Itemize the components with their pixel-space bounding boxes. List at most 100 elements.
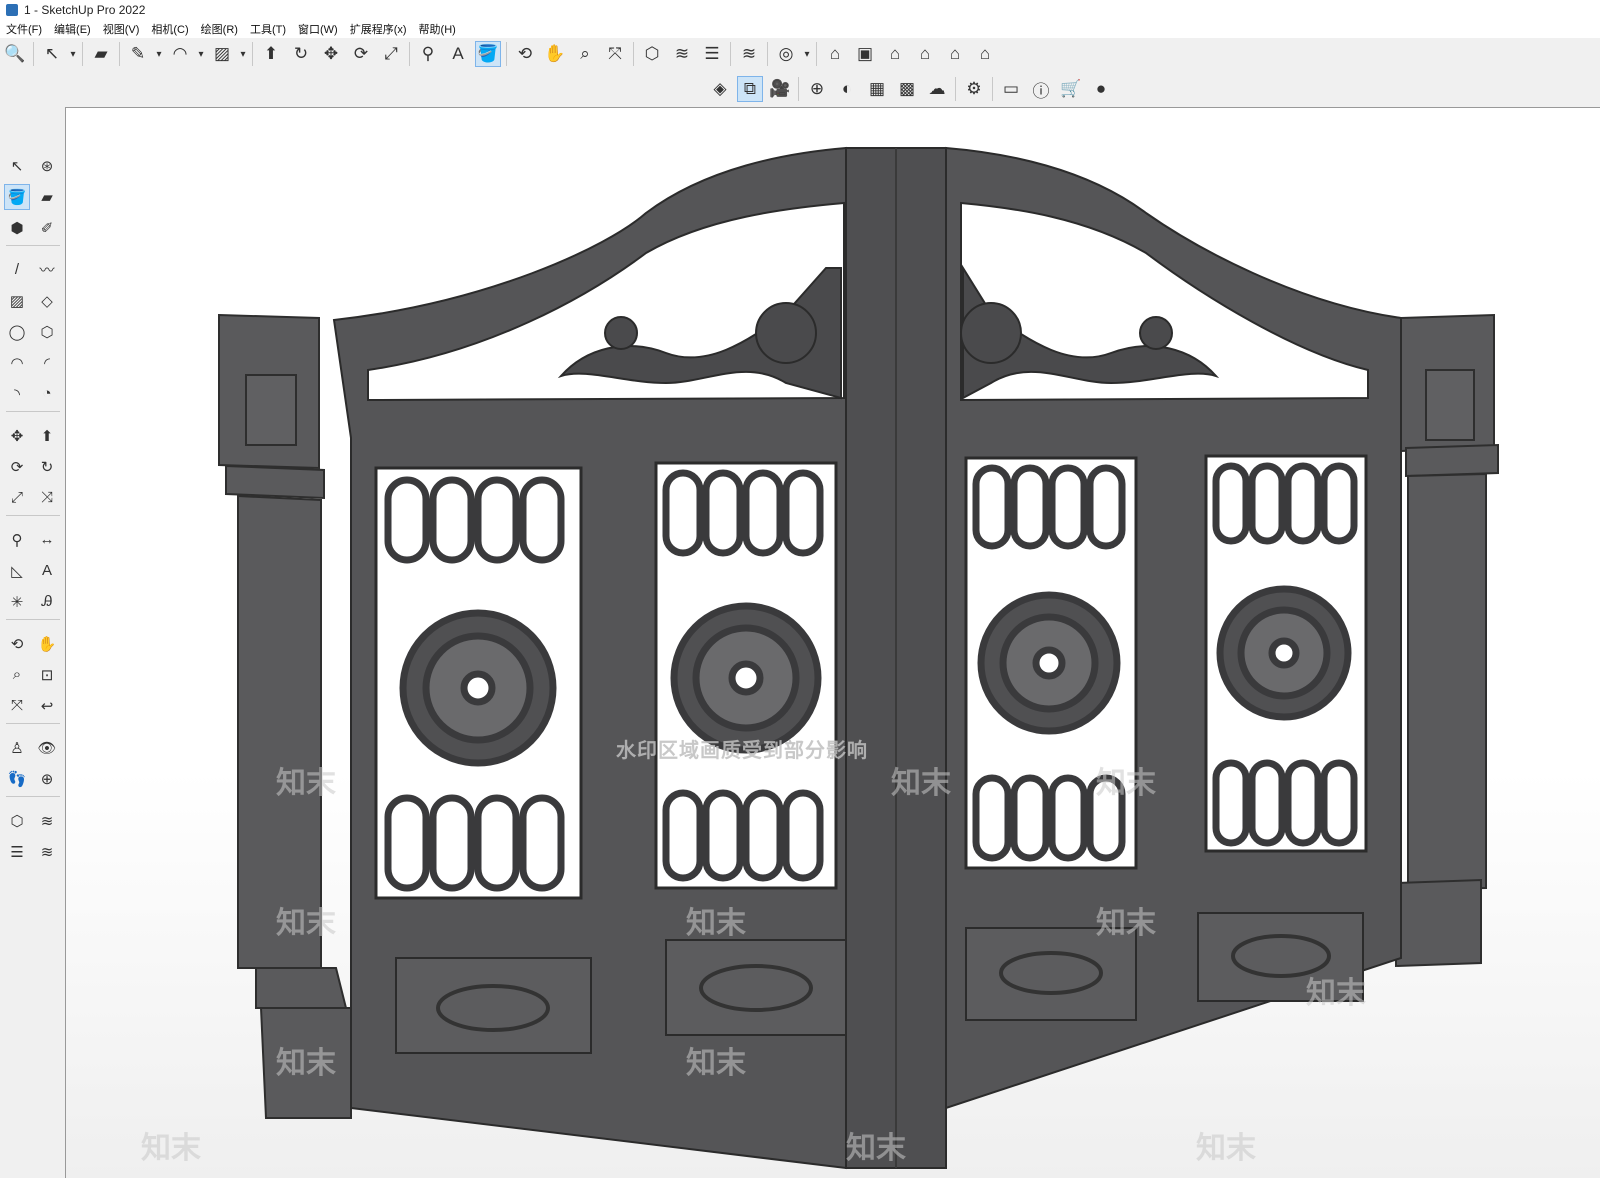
dropdown-icon[interactable]: ▾: [237, 41, 249, 67]
position-camera-icon[interactable]: ♙: [4, 735, 30, 761]
tool-separator: [6, 245, 60, 252]
three-point-arc-tool-icon[interactable]: ◝: [4, 381, 30, 407]
rotate-icon[interactable]: ⟳: [348, 41, 374, 67]
back-view-icon[interactable]: ⌂: [942, 41, 968, 67]
orbit-nav-icon[interactable]: ⟲: [4, 631, 30, 657]
cloud-upload-icon[interactable]: ☁: [924, 76, 950, 102]
axes-tool-icon[interactable]: ✳: [4, 589, 30, 615]
two-point-arc-tool-icon[interactable]: ◜: [34, 350, 60, 376]
arc-icon[interactable]: ◠: [167, 41, 193, 67]
select-icon[interactable]: ↖: [39, 41, 65, 67]
texture-icon[interactable]: ▩: [894, 76, 920, 102]
pan-icon[interactable]: ✋: [542, 41, 568, 67]
rectangle-icon[interactable]: ▨: [209, 41, 235, 67]
pie-tool-icon[interactable]: ◔: [34, 381, 60, 407]
tape-tool-icon[interactable]: ⚲: [4, 527, 30, 553]
look-around-icon[interactable]: 👁: [34, 735, 60, 761]
extension-manager-icon[interactable]: ≋: [736, 41, 762, 67]
pencil-icon[interactable]: ✎: [125, 41, 151, 67]
scenes-icon[interactable]: ▭: [998, 76, 1024, 102]
orbit-tool-icon[interactable]: ⊛: [34, 153, 60, 179]
arc-tool-icon[interactable]: ◠: [4, 350, 30, 376]
offset-tool-icon[interactable]: ⤨: [34, 485, 60, 511]
tape-measure-icon[interactable]: ⚲: [415, 41, 441, 67]
3d-text-tool-icon[interactable]: Ꭿ: [34, 589, 60, 615]
rotate-tool-icon[interactable]: ⟳: [4, 454, 30, 480]
pan-nav-icon[interactable]: ✋: [34, 631, 60, 657]
top-view-icon[interactable]: ▣: [852, 41, 878, 67]
tag-tool-icon[interactable]: ✐: [34, 215, 60, 241]
layers-tool-icon[interactable]: ☰: [4, 839, 30, 865]
menu-item[interactable]: 编辑(E): [48, 21, 97, 37]
dropdown-icon[interactable]: ▾: [67, 41, 79, 67]
menu-item[interactable]: 工具(T): [244, 21, 292, 37]
eraser-icon[interactable]: ▰: [88, 41, 114, 67]
styles-icon[interactable]: ▦: [864, 76, 890, 102]
add-icon[interactable]: ⊕: [804, 76, 830, 102]
paint-bucket-icon[interactable]: 🪣: [475, 41, 501, 67]
move-icon[interactable]: ✥: [318, 41, 344, 67]
menu-item[interactable]: 扩展程序(x): [344, 21, 413, 37]
polygon-tool-icon[interactable]: ⬡: [34, 319, 60, 345]
select-tool-icon[interactable]: ↖: [4, 153, 30, 179]
zoom-icon[interactable]: ⌕: [572, 41, 598, 67]
front-view-icon[interactable]: ⌂: [882, 41, 908, 67]
warehouse-tool-icon[interactable]: ⬡: [4, 808, 30, 834]
camera-icon[interactable]: 🎥: [767, 76, 793, 102]
dropdown-icon[interactable]: ▾: [801, 41, 813, 67]
menu-item[interactable]: 绘图(R): [195, 21, 244, 37]
settings-icon[interactable]: ⚙: [961, 76, 987, 102]
component-tool-icon[interactable]: ⬢: [4, 215, 30, 241]
orbit-icon[interactable]: ⟲: [512, 41, 538, 67]
protractor-tool-icon[interactable]: ◺: [4, 558, 30, 584]
extension-tool-icon[interactable]: ≋: [34, 808, 60, 834]
rotated-rect-tool-icon[interactable]: ◇: [34, 288, 60, 314]
dropdown-icon[interactable]: ▾: [195, 41, 207, 67]
profile-icon[interactable]: ●: [1088, 76, 1114, 102]
zoom-extents-nav-icon[interactable]: ⤧: [4, 693, 30, 719]
dimension-tool-icon[interactable]: ↔: [34, 527, 60, 553]
scale-icon[interactable]: ⤢: [378, 41, 404, 67]
scale-tool-icon[interactable]: ⤢: [4, 485, 30, 511]
paint-tool-icon[interactable]: 🪣: [4, 183, 30, 210]
info-icon[interactable]: ⓘ: [1028, 76, 1054, 102]
section-tool-icon[interactable]: ⊕: [34, 766, 60, 792]
walk-icon[interactable]: 👣: [4, 766, 30, 792]
zoom-extents-icon[interactable]: ⤧: [602, 41, 628, 67]
rectangle-tool-icon[interactable]: ▨: [4, 288, 30, 314]
push-pull-tool-icon[interactable]: ⬆: [34, 423, 60, 449]
section-plane-icon[interactable]: ⧉: [737, 76, 763, 102]
iso-view-icon[interactable]: ⌂: [822, 41, 848, 67]
extension-warehouse-icon[interactable]: ≋: [669, 41, 695, 67]
shadow-icon[interactable]: ◐: [834, 76, 860, 102]
eraser-tool-icon[interactable]: ▰: [34, 184, 60, 210]
menu-item[interactable]: 相机(C): [145, 21, 194, 37]
previous-view-icon[interactable]: ↩: [34, 693, 60, 719]
left-view-icon[interactable]: ⌂: [972, 41, 998, 67]
circle-tool-icon[interactable]: ◯: [4, 319, 30, 345]
account-icon[interactable]: ◎: [773, 41, 799, 67]
menu-item[interactable]: 文件(F): [0, 21, 48, 37]
menu-item[interactable]: 视图(V): [97, 21, 146, 37]
drawing-viewport[interactable]: 水印区域画质受到部分影响 知末 知末 知末 知末 知末 知末 知末 知末 知末 …: [65, 107, 1600, 1178]
text-tool-icon[interactable]: A: [34, 558, 60, 584]
text-icon[interactable]: A: [445, 41, 471, 67]
menu-item[interactable]: 帮助(H): [413, 21, 462, 37]
line-tool-icon[interactable]: /: [4, 257, 30, 283]
menu-item[interactable]: 窗口(W): [292, 21, 344, 37]
solid-tools-icon[interactable]: ◈: [707, 76, 733, 102]
push-pull-icon[interactable]: ⬆: [258, 41, 284, 67]
zoom-nav-icon[interactable]: ⌕: [4, 662, 30, 688]
follow-me-icon[interactable]: ↻: [288, 41, 314, 67]
warehouse-icon[interactable]: ⬡: [639, 41, 665, 67]
freehand-tool-icon[interactable]: 〰: [34, 257, 60, 283]
layers-icon[interactable]: ☰: [699, 41, 725, 67]
extension-manager-tool-icon[interactable]: ≋: [34, 839, 60, 865]
dropdown-icon[interactable]: ▾: [153, 41, 165, 67]
cart-icon[interactable]: 🛒: [1058, 76, 1084, 102]
right-view-icon[interactable]: ⌂: [912, 41, 938, 67]
follow-me-tool-icon[interactable]: ↻: [34, 454, 60, 480]
move-tool-icon[interactable]: ✥: [4, 423, 30, 449]
search-icon[interactable]: 🔍: [2, 41, 28, 67]
zoom-window-icon[interactable]: ⊡: [34, 662, 60, 688]
